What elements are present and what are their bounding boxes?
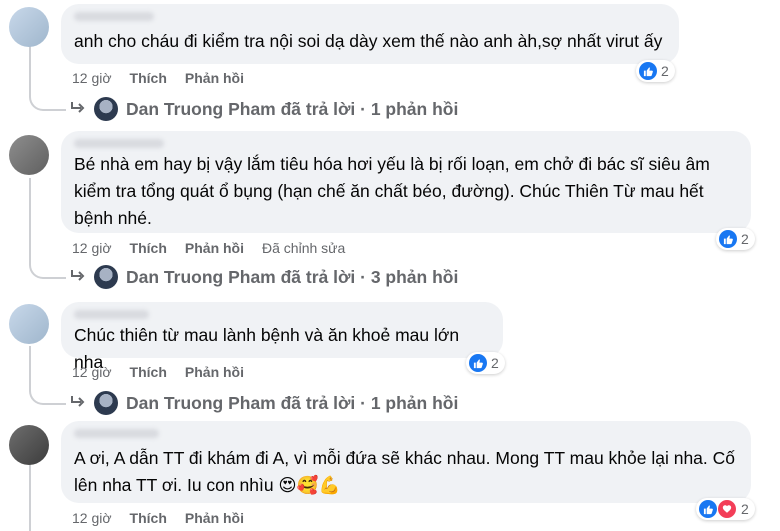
thumbs-up-icon xyxy=(699,500,717,518)
comment-bubble: anh cho cháu đi kiểm tra nội soi dạ dày … xyxy=(61,4,679,64)
reply-button[interactable]: Phản hồi xyxy=(185,70,244,86)
edited-label: Đã chỉnh sửa xyxy=(262,240,346,256)
thread-line xyxy=(29,346,31,389)
reply-summary[interactable]: Dan Truong Pham đã trả lời · 1 phản hồi xyxy=(126,99,458,120)
reaction-summary[interactable]: 2 xyxy=(466,352,505,374)
thumbs-up-icon xyxy=(469,354,487,372)
avatar[interactable] xyxy=(9,135,49,175)
thread-connector xyxy=(29,95,66,111)
timestamp[interactable]: 12 giờ xyxy=(72,364,112,380)
reply-button[interactable]: Phản hồi xyxy=(185,364,244,380)
reaction-count: 2 xyxy=(741,231,749,247)
comment-meta: 12 giờ Thích Phản hồi xyxy=(72,510,244,526)
reply-arrow-icon xyxy=(70,393,86,414)
thread-connector xyxy=(29,263,66,279)
reply-arrow-icon xyxy=(70,99,86,120)
reaction-count: 2 xyxy=(661,63,669,79)
comment-meta: 12 giờ Thích Phản hồi Đã chỉnh sửa xyxy=(72,240,345,256)
view-replies-link[interactable]: Dan Truong Pham đã trả lời · 3 phản hồi xyxy=(70,265,458,289)
like-button[interactable]: Thích xyxy=(130,364,167,380)
heart-icon xyxy=(717,499,737,519)
comment-text: A ơi, A dẫn TT đi khám đi A, vì mỗi đứa … xyxy=(74,448,740,495)
view-replies-link[interactable]: Dan Truong Pham đã trả lời · 1 phản hồi xyxy=(70,97,458,121)
replier-avatar xyxy=(94,265,118,289)
reply-summary[interactable]: Dan Truong Pham đã trả lời · 3 phản hồi xyxy=(126,267,458,288)
comment-text: Bé nhà em hay bị vậy lắm tiêu hóa hơi yế… xyxy=(74,154,715,228)
thumbs-up-icon xyxy=(719,230,737,248)
avatar[interactable] xyxy=(9,7,49,47)
reaction-count: 2 xyxy=(741,501,749,517)
like-button[interactable]: Thích xyxy=(130,510,167,526)
reaction-summary[interactable]: 2 xyxy=(636,60,675,82)
comment-bubble: Chúc thiên từ mau lành bệnh và ăn khoẻ m… xyxy=(61,302,503,372)
reply-button[interactable]: Phản hồi xyxy=(185,510,244,526)
commenter-name-blurred xyxy=(74,139,164,148)
comment-text: anh cho cháu đi kiểm tra nội soi dạ dày … xyxy=(74,31,663,51)
reaction-summary[interactable]: 2 xyxy=(716,228,755,250)
replier-avatar xyxy=(94,391,118,415)
thread-connector xyxy=(29,389,66,405)
avatar[interactable] xyxy=(9,304,49,344)
view-replies-link[interactable]: Dan Truong Pham đã trả lời · 1 phản hồi xyxy=(70,391,458,415)
thread-line xyxy=(29,45,31,95)
like-button[interactable]: Thích xyxy=(130,70,167,86)
timestamp[interactable]: 12 giờ xyxy=(72,240,112,256)
reply-arrow-icon xyxy=(70,267,86,288)
commenter-name-blurred xyxy=(74,429,159,438)
avatar[interactable] xyxy=(9,425,49,465)
comment-bubble: A ơi, A dẫn TT đi khám đi A, vì mỗi đứa … xyxy=(61,421,751,503)
commenter-name-blurred xyxy=(74,12,154,21)
reaction-summary[interactable]: 2 xyxy=(696,498,755,520)
comment-bubble: Bé nhà em hay bị vậy lắm tiêu hóa hơi yế… xyxy=(61,131,751,233)
commenter-name-blurred xyxy=(74,310,149,319)
timestamp[interactable]: 12 giờ xyxy=(72,510,112,526)
thread-line xyxy=(29,460,31,531)
reply-button[interactable]: Phản hồi xyxy=(185,240,244,256)
like-button[interactable]: Thích xyxy=(130,240,167,256)
reaction-count: 2 xyxy=(491,355,499,371)
reply-summary[interactable]: Dan Truong Pham đã trả lời · 1 phản hồi xyxy=(126,393,458,414)
timestamp[interactable]: 12 giờ xyxy=(72,70,112,86)
thread-line xyxy=(29,178,31,263)
comment-meta: 12 giờ Thích Phản hồi xyxy=(72,70,244,86)
comment-meta: 12 giờ Thích Phản hồi xyxy=(72,364,244,380)
thumbs-up-icon xyxy=(639,62,657,80)
replier-avatar xyxy=(94,97,118,121)
